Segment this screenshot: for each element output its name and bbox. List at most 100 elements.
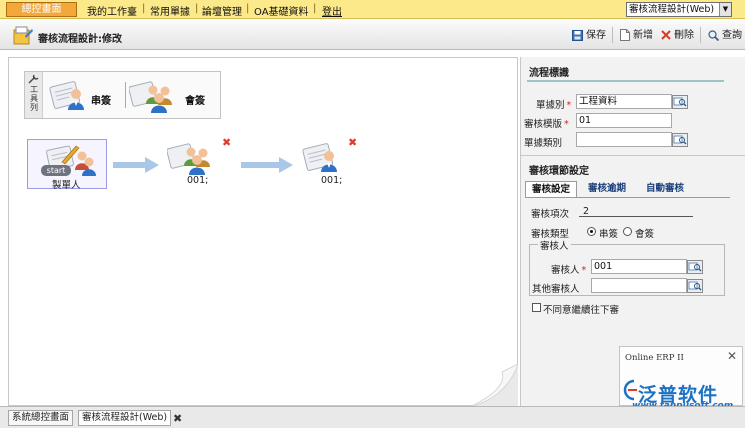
other-reviewer-field[interactable] <box>591 278 687 293</box>
menu-forum[interactable]: 論壇管理 <box>202 3 242 18</box>
node-label: 001; <box>187 175 209 186</box>
close-icon[interactable]: ✕ <box>727 349 737 363</box>
node-delete-icon[interactable]: ✖ <box>348 136 357 149</box>
other-reviewer-label: 其他審核人 <box>532 284 580 295</box>
menu-separator: | <box>195 3 199 14</box>
tab-review-settings[interactable]: 審核設定 <box>525 181 577 198</box>
page-curl-icon <box>472 364 518 406</box>
review-order-underline <box>579 216 693 217</box>
query-button[interactable]: 查詢 <box>708 29 742 43</box>
radio-joint-label: 會簽 <box>635 229 655 240</box>
review-order-label: 審核項次 <box>531 209 570 220</box>
doc-type-label: 單據別 * <box>536 100 572 111</box>
brand-popup: Online ERP II ✕ 泛普软件 www.fanpusoft.com <box>619 346 743 411</box>
doc-type-field[interactable]: 工程資料 <box>576 94 672 109</box>
flow-design-canvas[interactable]: 工具列 串簽 會簽 start 製單人 001; ✖ 001; ✖ <box>8 57 518 406</box>
menu-logout[interactable]: 登出 <box>322 3 342 18</box>
template-field[interactable]: 01 <box>576 113 672 128</box>
joint-sign-icon <box>128 81 172 113</box>
lookup-icon <box>688 281 702 291</box>
home-button[interactable]: 總控畫面 <box>6 2 77 17</box>
toolbar-separator <box>612 27 613 43</box>
serial-sign-icon <box>302 143 337 172</box>
panel-divider <box>521 155 745 156</box>
add-button[interactable]: 新增 <box>620 29 653 43</box>
tool-serial-label: 串簽 <box>91 96 111 107</box>
menu-common-docs[interactable]: 常用單據 <box>150 3 190 18</box>
save-button[interactable]: 保存 <box>572 29 606 43</box>
page-title: 審核流程設計:修改 <box>38 34 122 45</box>
tool-joint-label: 會簽 <box>185 96 205 107</box>
radio-joint[interactable] <box>623 227 632 236</box>
wrench-icon <box>28 74 39 84</box>
template-label: 審核模版 * <box>524 119 569 130</box>
toolbar-separator <box>700 27 701 43</box>
module-select[interactable]: 審核流程設計(Web) ▼ <box>626 2 732 17</box>
delete-icon <box>661 30 671 40</box>
flow-node-start[interactable]: start 製單人 <box>27 139 107 191</box>
step-title: 審核環節設定 <box>529 166 589 177</box>
query-label: 查詢 <box>722 30 742 41</box>
delete-label: 刪除 <box>674 30 694 41</box>
reviewer-label: 審核人 * <box>551 265 587 276</box>
tab-review-overdue[interactable]: 審核逾期 <box>581 181 633 198</box>
tab-auto-review[interactable]: 自動審核 <box>637 181 693 198</box>
radio-serial-label: 串簽 <box>599 229 619 240</box>
save-label: 保存 <box>586 30 606 41</box>
tool-joint-sign[interactable]: 會簽 <box>128 76 217 114</box>
doc-category-label: 單據類別 <box>524 138 563 149</box>
toolbox-side: 工具列 <box>25 72 43 118</box>
flow-id-title: 流程標識 <box>529 68 569 79</box>
add-label: 新增 <box>633 30 653 41</box>
new-document-icon <box>620 29 630 41</box>
reviewer-group-legend: 審核人 <box>538 238 571 252</box>
close-tab-icon[interactable]: ✖ <box>173 412 182 425</box>
step-tabs: 審核設定 審核逾期 自動審核 <box>525 181 730 198</box>
title-toolbar: 審核流程設計:修改 保存 新增 刪除 查詢 <box>0 20 745 50</box>
disagree-continue-label: 不同意繼續往下審 <box>543 305 620 316</box>
lookup-doc-type-button[interactable] <box>672 95 688 109</box>
disagree-continue-checkbox[interactable] <box>532 303 541 312</box>
toolbox: 工具列 串簽 會簽 <box>24 71 221 119</box>
menu-separator: | <box>142 3 146 14</box>
module-select-value: 審核流程設計(Web) <box>629 4 715 15</box>
menu-my-workbench[interactable]: 我的工作臺 <box>87 3 137 18</box>
top-menu-bar: 總控畫面 我的工作臺 | 常用單據 | 論壇管理 | OA基礎資料 | 登出 審… <box>0 0 745 19</box>
joint-sign-icon <box>167 143 210 175</box>
flow-node-joint[interactable]: 001; <box>161 138 225 188</box>
lookup-icon <box>673 97 687 107</box>
menu-separator: | <box>313 3 317 14</box>
lookup-doc-category-button[interactable] <box>672 133 688 147</box>
tool-serial-sign[interactable]: 串簽 <box>49 76 121 114</box>
bottom-tab-bar: 系統總控畫面 審核流程設計(Web) ✖ <box>0 406 745 428</box>
start-badge: start <box>41 165 71 176</box>
tab-system-control[interactable]: 系統總控畫面 <box>8 410 74 426</box>
flow-arrow-icon <box>113 157 159 173</box>
lookup-icon <box>688 262 702 272</box>
lookup-icon <box>673 135 687 145</box>
doc-category-field[interactable] <box>576 132 672 147</box>
save-icon <box>572 29 583 41</box>
node-label: 製單人 <box>52 180 81 191</box>
radio-serial[interactable] <box>587 227 596 236</box>
popup-title: Online ERP II <box>625 353 684 363</box>
menu-oa-data[interactable]: OA基礎資料 <box>254 3 309 18</box>
reviewer-field[interactable]: 001 <box>591 259 687 274</box>
flow-design-icon <box>13 26 33 45</box>
brand-logo-icon <box>623 379 637 401</box>
toolbox-label: 工具列 <box>30 85 38 112</box>
flow-node-serial[interactable]: 001; <box>296 138 352 188</box>
lookup-reviewer-button[interactable] <box>687 260 703 274</box>
delete-button[interactable]: 刪除 <box>661 29 694 43</box>
section-bar <box>527 80 724 82</box>
toolbox-divider <box>125 82 126 108</box>
tab-flow-design[interactable]: 審核流程設計(Web) <box>78 410 172 426</box>
menu-separator: | <box>246 3 250 14</box>
search-icon <box>708 29 719 41</box>
flow-arrow-icon <box>241 157 293 173</box>
node-delete-icon[interactable]: ✖ <box>222 136 231 149</box>
chevron-down-icon[interactable]: ▼ <box>719 3 731 16</box>
serial-sign-icon <box>49 81 84 110</box>
lookup-other-reviewer-button[interactable] <box>687 279 703 293</box>
tab-underline <box>525 197 730 198</box>
